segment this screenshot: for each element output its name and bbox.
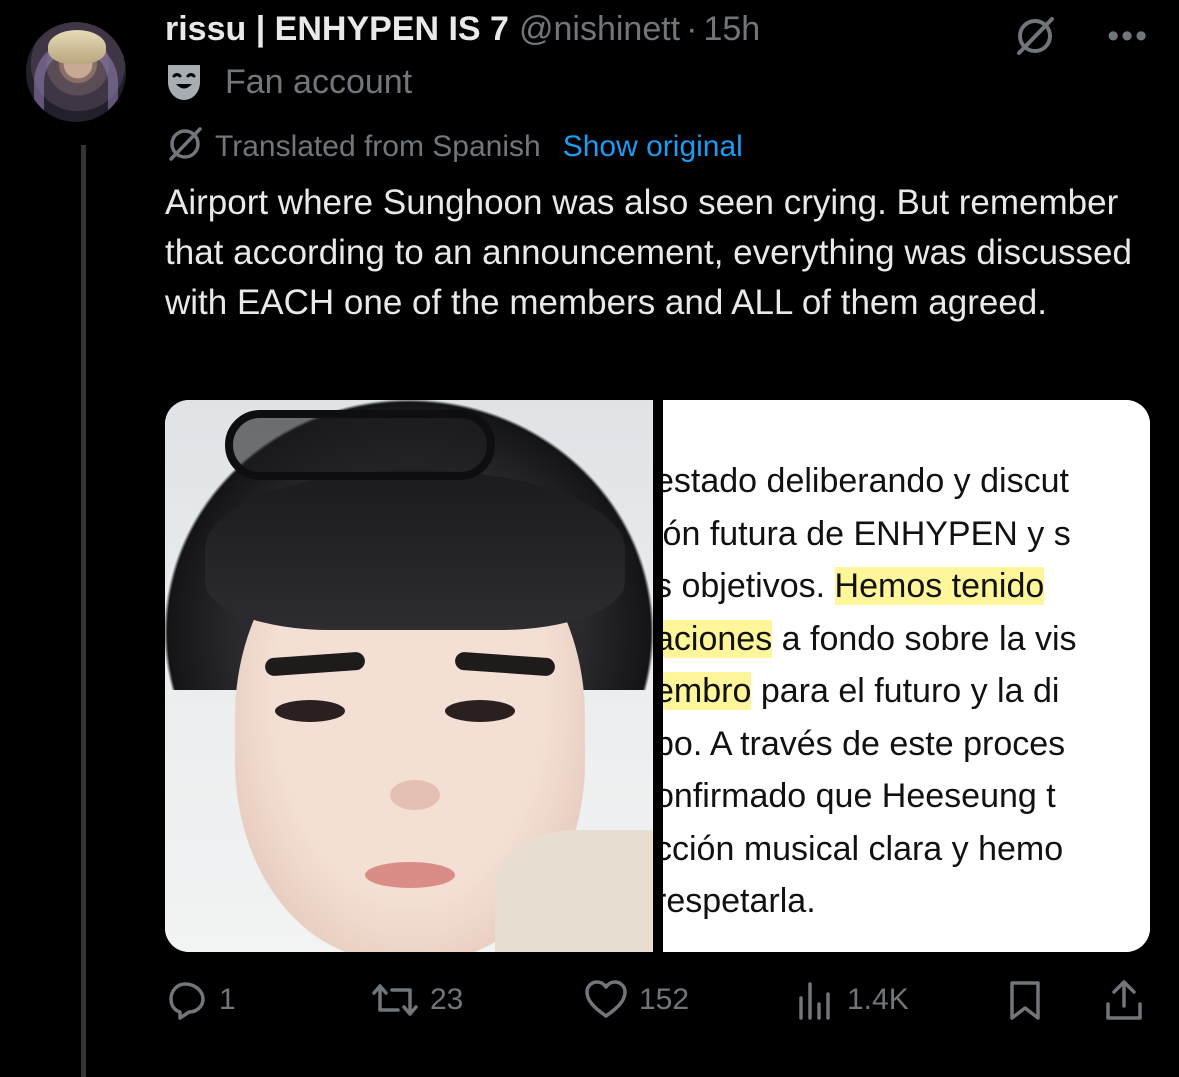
display-name[interactable]: rissu | ENHYPEN IS 7 [165,10,509,49]
document-line: cción musical clara y hemo [663,823,1150,876]
tweet-media[interactable]: estado deliberando y discut ión futura de… [165,400,1150,952]
document-text: respetarla. [663,882,816,920]
document-text: ión futura de ENHYPEN y s [663,514,1071,553]
bookmark-button[interactable] [1003,978,1047,1022]
views-icon [799,982,830,1020]
account-label: Fan account [165,62,412,102]
document-line: ión futura de ENHYPEN y s [663,508,1150,561]
document-line: s objetivos. Hemos tenido [663,560,1150,613]
like-count: 152 [639,983,690,1016]
label-text: Fan account [225,62,413,101]
document-text: po. A través de este proces [663,724,1066,763]
show-original-link[interactable]: Show original [563,130,743,164]
avatar-hair [48,30,106,64]
photo-sunglasses [225,410,495,480]
reply-count: 1 [219,983,236,1016]
document-line: respetarla. [663,875,1150,928]
document-text: estado deliberando y discut [663,462,1069,500]
document-line: estado deliberando y discut [663,455,1150,508]
document-text: s objetivos. [663,567,835,605]
like-button[interactable]: 152 [583,978,689,1022]
repost-icon [372,984,418,1016]
share-icon [1106,980,1142,1020]
tweet-text: Airport where Sunghoon was also seen cry… [165,183,1132,322]
theater-mask-icon [165,62,203,102]
more-icon[interactable]: ••• [1107,19,1149,53]
photo-nose [390,780,440,810]
media-divider [653,400,663,952]
document-text: cción musical clara y hemo [663,829,1064,868]
translated-from-label: Translated from Spanish [215,129,541,163]
repost-button[interactable]: 23 [370,978,463,1022]
reply-icon [169,982,205,1020]
tweet[interactable]: rissu | ENHYPEN IS 7 @nishinett · 15h ••… [0,0,1179,1077]
action-bar: 1 23 152 1.4K [165,978,1150,1028]
highlighted-text: embro [663,672,752,710]
document-line: onfirmado que Heeseung t [663,770,1150,823]
media-document-screenshot[interactable]: estado deliberando y discut ión futura de… [663,400,1150,952]
timestamp[interactable]: 15h [703,10,760,49]
photo-collar [495,830,653,952]
highlighted-text: Hemos tenido [834,567,1045,605]
heart-icon [585,980,627,1018]
photo-mouth [365,862,455,888]
view-count: 1.4K [847,983,909,1016]
avatar[interactable] [26,22,126,122]
photo-eye-right [445,700,515,722]
reply-button[interactable]: 1 [165,978,236,1022]
separator-dot: · [686,10,698,48]
translation-row: Translated from Spanish Show original [165,124,743,169]
grok-icon [165,124,205,169]
grok-icon[interactable] [1013,14,1057,58]
header-icons: ••• [1013,14,1149,58]
document-text: a fondo sobre la vis [772,619,1077,658]
document-line: aciones a fondo sobre la vis [663,613,1150,666]
share-button[interactable] [1102,978,1146,1022]
photo-eye-left [275,700,345,722]
thread-line [81,145,86,1077]
document-text: para el futuro y la di [751,672,1060,710]
document-line: embro para el futuro y la di [663,665,1150,718]
highlighted-text: aciones [663,619,773,658]
document-text: onfirmado que Heeseung t [663,777,1056,815]
views-button[interactable]: 1.4K [793,978,909,1022]
photo-fringe [205,470,625,630]
repost-count: 23 [430,983,464,1016]
document-line: po. A través de este proces [663,718,1150,771]
tweet-header: rissu | ENHYPEN IS 7 @nishinett · 15h [165,10,760,49]
handle[interactable]: @nishinett [519,10,680,49]
bookmark-icon [1010,981,1040,1020]
media-photo[interactable] [165,400,653,952]
